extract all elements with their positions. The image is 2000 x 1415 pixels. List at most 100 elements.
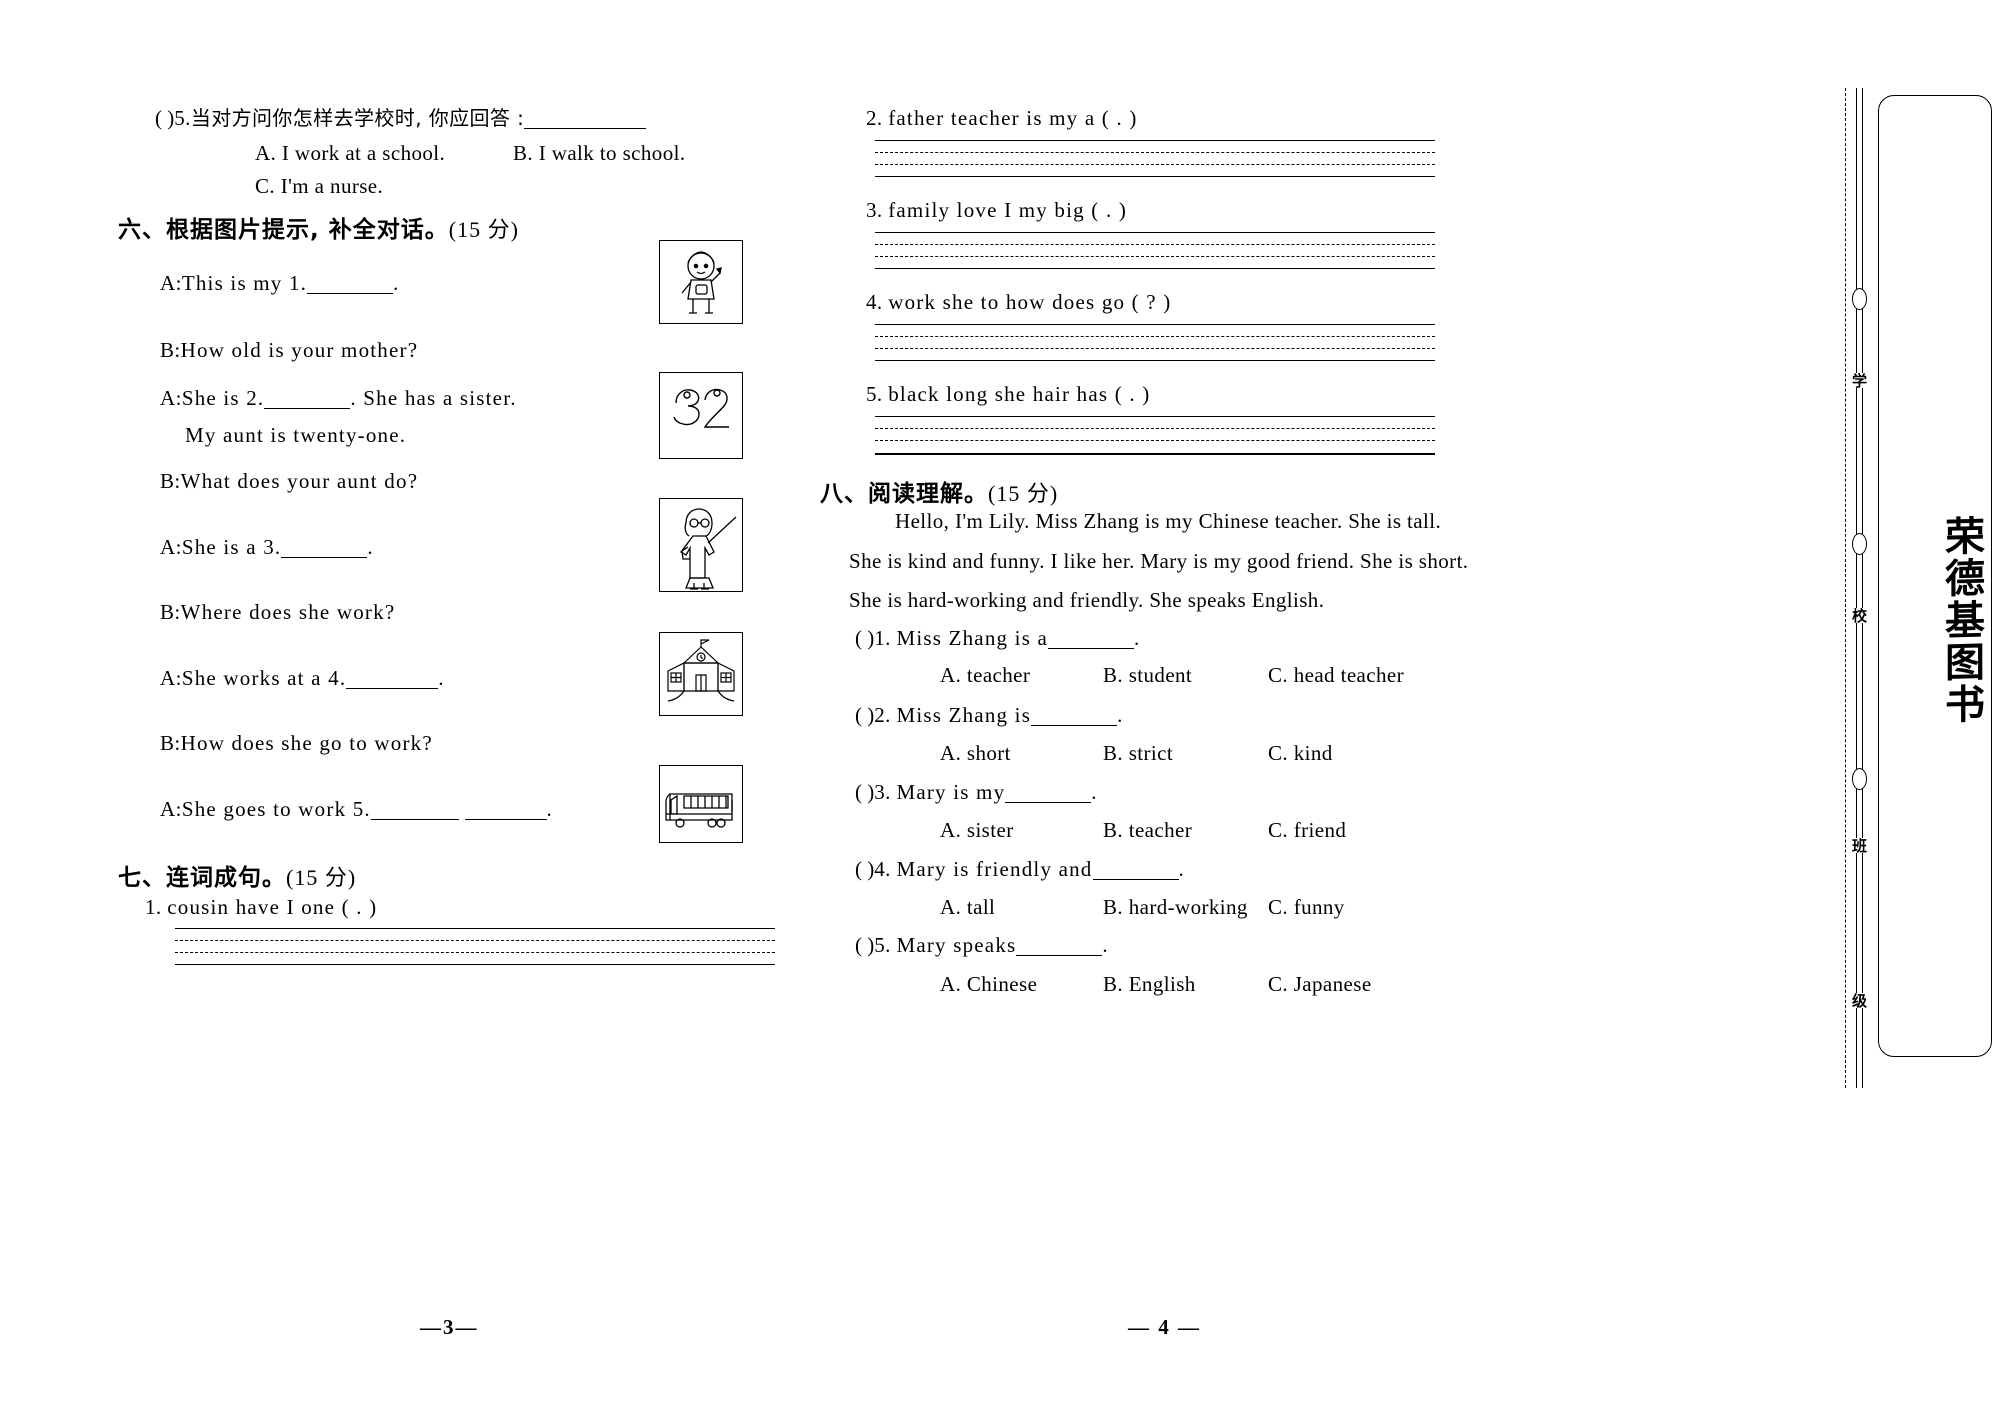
reading-q4-option-c[interactable]: C. funny xyxy=(1268,897,1345,918)
dialogue-text: She goes to work 5. xyxy=(181,797,371,821)
section-seven-heading: 七、连词成句。(15 分) xyxy=(118,865,357,891)
dialogue-speaker: B xyxy=(160,600,175,624)
dialogue-blank-2[interactable] xyxy=(264,408,351,409)
reading-question-2: ( )2. Miss Zhang is. xyxy=(855,705,1123,726)
writing-rules-2[interactable] xyxy=(875,140,1435,177)
dialogue-tail: . xyxy=(393,271,399,295)
question-stem: Mary speaks xyxy=(896,933,1017,957)
bus-icon xyxy=(665,793,733,828)
writing-rules-4[interactable] xyxy=(875,324,1435,361)
dialogue-blank-5a[interactable] xyxy=(370,819,459,820)
section-seven-item-4: 4. work she to how does go ( ? ) xyxy=(866,292,1171,313)
reading-q1-option-a[interactable]: A. teacher xyxy=(940,665,1030,686)
reading-q5-option-a[interactable]: A. Chinese xyxy=(940,974,1037,995)
dialogue-blank-3[interactable] xyxy=(281,557,368,558)
item-words: cousin have I one ( . ) xyxy=(167,895,378,919)
answer-paren[interactable]: ( ) xyxy=(855,703,874,727)
dialogue-blank-1[interactable] xyxy=(307,293,394,294)
question-stem: Miss Zhang is a xyxy=(896,626,1049,650)
picture-box-school xyxy=(659,632,743,716)
publisher-logo-panel: 荣德基图书 xyxy=(1878,95,1992,1057)
question-stem-tail: . xyxy=(1091,780,1097,804)
dialogue-speaker: A xyxy=(160,386,176,410)
section-seven-item-5: 5. black long she hair has ( . ) xyxy=(866,384,1150,405)
carryover-option-b[interactable]: B. I walk to school. xyxy=(513,143,685,164)
item-words: black long she hair has ( . ) xyxy=(888,382,1151,406)
dialogue-line-2: B:How old is your mother? xyxy=(160,340,418,361)
item-words: father teacher is my a ( . ) xyxy=(888,106,1138,130)
writing-rules-1[interactable] xyxy=(175,928,775,965)
carryover-option-a[interactable]: A. I work at a school. xyxy=(255,143,445,164)
question-number: 3. xyxy=(874,780,891,804)
reading-q3-option-b[interactable]: B. teacher xyxy=(1103,820,1192,841)
question-blank[interactable] xyxy=(1048,648,1135,649)
dialogue-text: Where does she work? xyxy=(180,600,396,624)
reading-question-3: ( )3. Mary is my. xyxy=(855,782,1097,803)
section-six-heading: 六、根据图片提示, 补全对话。(15 分) xyxy=(118,217,519,243)
reading-q4-option-b[interactable]: B. hard-working xyxy=(1103,897,1248,918)
carryover-option-c[interactable]: C. I'm a nurse. xyxy=(255,176,383,197)
reading-q3-option-c[interactable]: C. friend xyxy=(1268,820,1346,841)
answer-paren[interactable]: ( ) xyxy=(855,857,874,881)
binding-char-ji: 级 xyxy=(1848,993,1870,1008)
reading-q2-option-a[interactable]: A. short xyxy=(940,743,1011,764)
dialogue-text: What does your aunt do? xyxy=(180,469,419,493)
answer-paren[interactable]: ( ) xyxy=(855,780,874,804)
reading-q3-option-a[interactable]: A. sister xyxy=(940,820,1014,841)
reading-question-5: ( )5. Mary speaks. xyxy=(855,935,1108,956)
writing-rules-3[interactable] xyxy=(875,232,1435,269)
page-number-right: — 4 — xyxy=(1128,1315,1201,1339)
reading-q4-option-a[interactable]: A. tall xyxy=(940,897,995,918)
question-stem-tail: . xyxy=(1178,857,1185,881)
binding-line-solid-b xyxy=(1862,88,1863,1088)
dialogue-blank-5b[interactable] xyxy=(464,819,547,820)
answer-paren[interactable]: ( ) xyxy=(855,933,874,957)
item-number: 3. xyxy=(866,198,883,222)
picture-box-child-holding-flower xyxy=(659,240,743,324)
picture-box-number-32 xyxy=(659,372,743,459)
dialogue-text: This is my 1. xyxy=(181,271,308,295)
question-stem-tail: . xyxy=(1102,933,1109,957)
question-stem-tail: . xyxy=(1134,626,1140,650)
dialogue-line-3b: My aunt is twenty-one. xyxy=(185,425,406,446)
reading-q2-option-b[interactable]: B. strict xyxy=(1103,743,1173,764)
reading-q1-option-b[interactable]: B. student xyxy=(1103,665,1192,686)
picture-box-bus xyxy=(659,765,743,843)
question-blank[interactable] xyxy=(1092,879,1179,880)
reading-question-4: ( )4. Mary is friendly and. xyxy=(855,859,1184,880)
answer-paren[interactable]: ( ) xyxy=(155,106,174,130)
answer-paren[interactable]: ( ) xyxy=(855,626,874,650)
binding-line-solid-a xyxy=(1856,88,1857,1088)
question-blank[interactable] xyxy=(1031,725,1118,726)
dialogue-blank-4[interactable] xyxy=(346,688,439,689)
dialogue-speaker: B xyxy=(160,338,175,362)
girl-with-item-icon xyxy=(681,251,722,314)
dialogue-speaker: A xyxy=(160,271,176,295)
dialogue-speaker: A xyxy=(160,666,176,690)
binding-oval-3 xyxy=(1852,768,1867,790)
reading-q5-option-b[interactable]: B. English xyxy=(1103,974,1196,995)
reading-q1-option-c[interactable]: C. head teacher xyxy=(1268,665,1404,686)
item-words: work she to how does go ( ? ) xyxy=(888,290,1172,314)
reading-question-1: ( )1. Miss Zhang is a. xyxy=(855,628,1140,649)
reading-q5-option-c[interactable]: C. Japanese xyxy=(1268,974,1372,995)
dialogue-tail: . xyxy=(546,797,553,821)
dialogue-text: She is 2. xyxy=(181,386,265,410)
answer-blank[interactable] xyxy=(524,128,647,129)
question-blank[interactable] xyxy=(1005,802,1092,803)
section-seven-item-3: 3. family love I my big ( . ) xyxy=(866,200,1127,221)
dialogue-line-8: B:How does she go to work? xyxy=(160,733,433,754)
question-number: 2. xyxy=(874,703,891,727)
writing-rules-5[interactable] xyxy=(875,416,1435,455)
passage-line-1: Hello, I'm Lily. Miss Zhang is my Chines… xyxy=(895,509,1442,533)
binding-char-xiao: 校 xyxy=(1848,608,1870,623)
dialogue-line-1: A:This is my 1.. xyxy=(160,273,399,294)
question-stem: Mary is my xyxy=(896,780,1006,804)
dialogue-text: How old is your mother? xyxy=(180,338,419,362)
question-blank[interactable] xyxy=(1016,955,1103,956)
dialogue-text: She works at a 4. xyxy=(181,666,347,690)
reading-q2-option-c[interactable]: C. kind xyxy=(1268,743,1333,764)
dialogue-speaker: B xyxy=(160,469,175,493)
item-words: family love I my big ( . ) xyxy=(888,198,1128,222)
section-eight-heading: 八、阅读理解。(15 分) xyxy=(820,481,1059,507)
